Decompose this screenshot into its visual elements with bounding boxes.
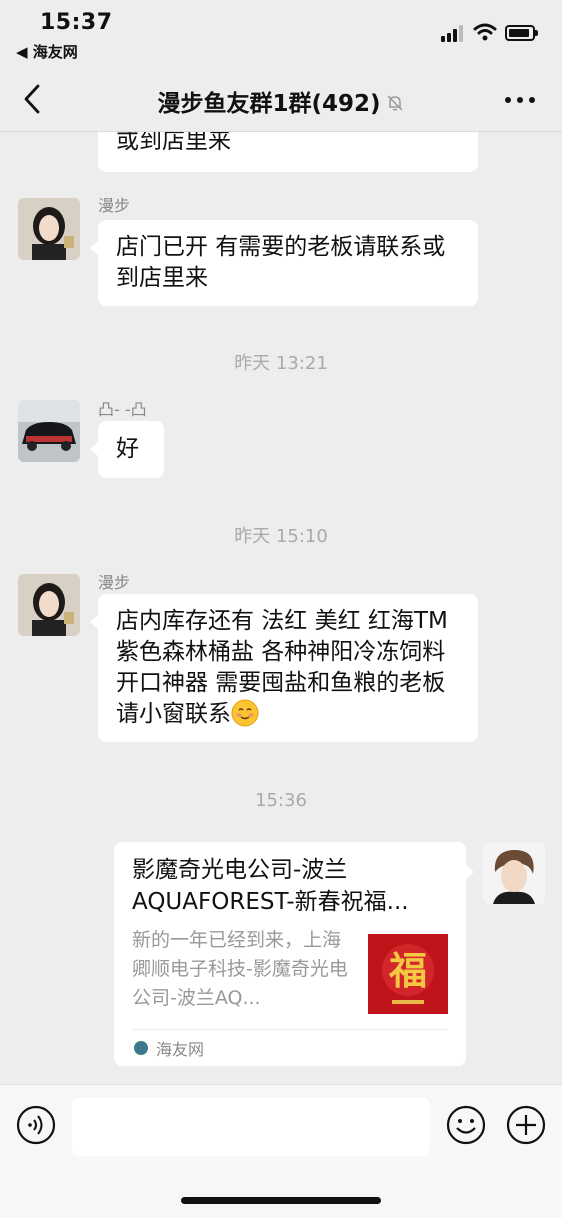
more-options-icon[interactable] (504, 96, 536, 104)
message-text: 店内库存还有 法红 美红 红海TM 紫色森林桶盐 各种神阳冷冻饲料开口神器 需要… (116, 608, 448, 727)
source-logo-icon (134, 1041, 148, 1055)
chat-header: 漫步鱼友群1群(492) (0, 66, 562, 132)
voice-input-icon[interactable] (16, 1105, 56, 1145)
my-avatar[interactable] (483, 842, 545, 904)
timestamp: 昨天 15:10 (234, 526, 328, 547)
home-indicator[interactable] (181, 1197, 381, 1204)
sender-name: 漫步 (98, 573, 131, 592)
chat-title-text: 漫步鱼友群1群(492) (157, 91, 381, 117)
link-card-thumbnail: 福 (368, 934, 448, 1014)
cellular-signal-icon (441, 24, 467, 42)
avatar[interactable] (18, 400, 80, 462)
message-text: 或到店里来 (116, 132, 231, 154)
muted-bell-icon (386, 95, 403, 111)
battery-icon (505, 25, 538, 41)
timestamp: 昨天 13:21 (234, 353, 328, 374)
link-card-description: 新的一年已经到来，上海卿顺电子科技-影魔奇光电公司-波兰AQ... (132, 929, 348, 1009)
message-bubble[interactable]: 店内库存还有 法红 美红 红海TM 紫色森林桶盐 各种神阳冷冻饲料开口神器 需要… (90, 594, 478, 742)
message-bubble[interactable]: 好 (90, 421, 164, 478)
message-bubble[interactable]: 店门已开 有需要的老板请联系或到店里来 (90, 220, 478, 306)
card-divider (132, 1029, 448, 1030)
link-card-title: 影魔奇光电公司-波兰AQUAFOREST-新春祝福... (132, 857, 409, 915)
emoji-icon[interactable] (446, 1105, 486, 1145)
message-input[interactable] (72, 1098, 430, 1156)
chat-title: 漫步鱼友群1群(492) (0, 84, 562, 118)
avatar[interactable] (18, 574, 80, 636)
shared-link-card[interactable]: 影魔奇光电公司-波兰AQUAFOREST-新春祝福... 新的一年已经到来，上海… (114, 842, 474, 1066)
smiling-face-emoji-icon (231, 699, 259, 727)
message-text: 店门已开 有需要的老板请联系或到店里来 (116, 234, 446, 291)
add-attachment-icon[interactable] (506, 1105, 546, 1145)
avatar[interactable] (18, 198, 80, 260)
wifi-icon (473, 23, 497, 41)
sender-name: 凸- -凸 (98, 400, 147, 419)
link-card-source: 海友网 (156, 1040, 205, 1059)
status-time: 15:37 (40, 10, 113, 35)
timestamp: 15:36 (255, 790, 307, 811)
message-list[interactable]: 或到店里来 漫步 店门已开 有需要的老板请联系或到店里来 昨天 13:21 凸-… (0, 132, 562, 1084)
message-text: 好 (116, 436, 139, 462)
thumbnail-fu-character: 福 (388, 948, 427, 993)
message-bubble[interactable]: 或到店里来 (98, 132, 478, 172)
back-to-app-link[interactable]: ◀ 海友网 (16, 41, 78, 62)
status-bar: 15:37 ◀ 海友网 (0, 0, 562, 66)
sender-name: 漫步 (98, 196, 131, 215)
